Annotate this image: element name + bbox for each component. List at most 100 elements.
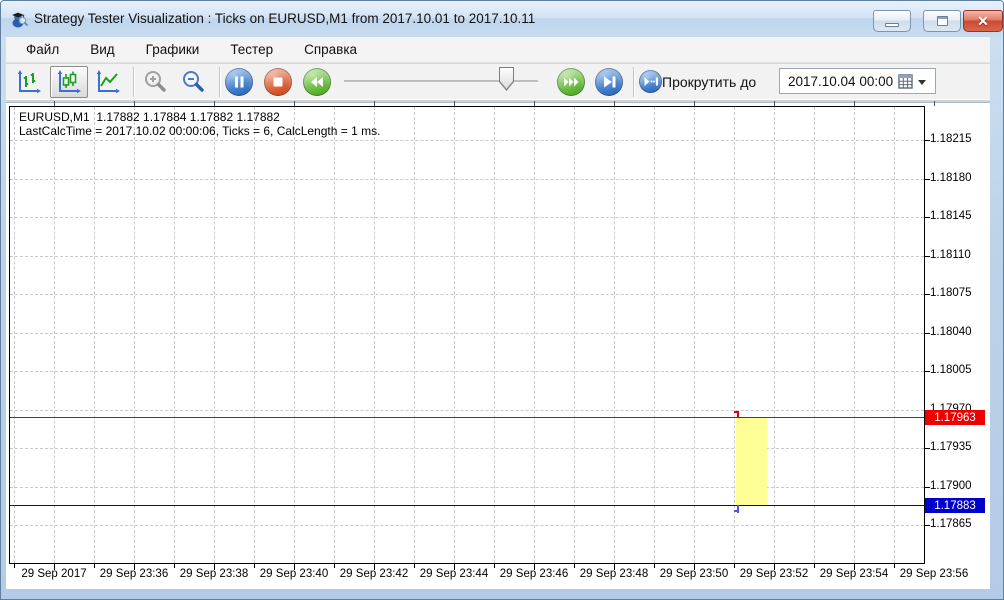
current-bar-highlight-zone (736, 418, 767, 506)
pause-icon (226, 69, 252, 95)
gridline-vertical (694, 107, 695, 563)
chart-canvas: EURUSD,M1 1.17882 1.17884 1.17882 1.1788… (9, 106, 925, 564)
menubar: Файл Вид Графики Тестер Справка (6, 37, 990, 63)
step-forward-button[interactable] (595, 68, 623, 96)
time-axis-label: 29 Sep 23:54 (820, 568, 888, 580)
stop-icon (265, 69, 291, 95)
time-axis-label: 29 Sep 2017 (21, 568, 86, 580)
gridline-horizontal (10, 217, 924, 218)
price-axis-label: 1.18005 (930, 364, 972, 376)
chart-bars-button[interactable] (11, 66, 47, 98)
speed-slider-thumb[interactable] (499, 67, 514, 91)
gridline-vertical (334, 107, 335, 563)
time-axis-tick (654, 564, 655, 568)
menu-item-help[interactable]: Справка (302, 39, 359, 60)
minimize-button[interactable] (873, 10, 911, 32)
step-forward-icon (596, 69, 622, 95)
forming-bar-bid-tick (734, 510, 737, 512)
time-axis-top-tick (614, 101, 615, 106)
price-axis-label: 1.18180 (930, 172, 972, 184)
bars-chart-icon (16, 69, 42, 95)
toolbar-separator (219, 67, 220, 97)
time-axis-tick (254, 564, 255, 568)
chart-line-button[interactable] (90, 66, 126, 98)
menu-item-file[interactable]: Файл (24, 39, 61, 60)
fast-forward-icon (558, 69, 584, 95)
time-axis-label: 29 Sep 23:44 (420, 568, 488, 580)
zoom-out-button[interactable] (176, 66, 212, 98)
price-axis-label: 1.18215 (930, 133, 972, 145)
gridline-horizontal (10, 294, 924, 295)
gridline-vertical (454, 107, 455, 563)
scroll-to-date-value: 2017.10.04 00:00 (788, 74, 893, 89)
fast-forward-button[interactable] (557, 68, 585, 96)
scroll-to-button[interactable] (639, 70, 662, 93)
close-icon: ✕ (977, 14, 989, 28)
gridline-horizontal (10, 140, 924, 141)
time-axis-tick (334, 564, 335, 568)
time-axis-label: 29 Sep 23:40 (260, 568, 328, 580)
rewind-button[interactable] (303, 68, 331, 96)
titlebar: Strategy Tester Visualization : Ticks on… (1, 1, 1003, 37)
time-axis-label: 29 Sep 23:52 (740, 568, 808, 580)
gridline-vertical (734, 107, 735, 563)
time-axis-label: 29 Sep 23:42 (340, 568, 408, 580)
ask-price-line (10, 417, 924, 418)
gridline-vertical (254, 107, 255, 563)
gridline-vertical (814, 107, 815, 563)
gridline-vertical (774, 107, 775, 563)
zoom-in-icon (142, 68, 170, 96)
time-axis-tick (734, 564, 735, 568)
menu-item-charts[interactable]: Графики (144, 39, 202, 60)
time-axis-top-tick (374, 101, 375, 106)
gridline-horizontal (10, 256, 924, 257)
price-axis-label: 1.18075 (930, 287, 972, 299)
gridline-vertical (894, 107, 895, 563)
pause-button[interactable] (225, 68, 253, 96)
time-axis-tick (174, 564, 175, 568)
time-axis-top-tick (854, 101, 855, 106)
gridline-vertical (534, 107, 535, 563)
gridline-horizontal (10, 448, 924, 449)
toolbar-separator (133, 67, 134, 97)
gridline-vertical (14, 107, 15, 563)
calendar-icon[interactable] (898, 74, 913, 94)
time-axis-tick (94, 564, 95, 568)
calendar-dropdown-arrow[interactable] (918, 80, 926, 85)
zoom-in-button[interactable] (138, 66, 174, 98)
gridline-vertical (854, 107, 855, 563)
gridline-horizontal (10, 179, 924, 180)
close-button[interactable]: ✕ (963, 10, 1003, 32)
time-axis-tick (494, 564, 495, 568)
gridline-horizontal (10, 525, 924, 526)
price-axis-label: 1.17935 (930, 441, 972, 453)
time-axis-top-tick (694, 101, 695, 106)
scroll-to-label: Прокрутить до (662, 74, 756, 90)
chart-candles-button[interactable] (50, 66, 88, 98)
chart-info-ohlc: EURUSD,M1 1.17882 1.17884 1.17882 1.1788… (19, 110, 280, 124)
gridline-vertical (294, 107, 295, 563)
menu-item-view[interactable]: Вид (88, 39, 116, 60)
time-axis-label: 29 Sep 23:36 (100, 568, 168, 580)
price-axis-label: 1.17865 (930, 518, 972, 530)
gridline-vertical (54, 107, 55, 563)
forming-bar-ask-tick (737, 411, 739, 418)
stop-button[interactable] (264, 68, 292, 96)
app-icon (10, 10, 28, 28)
menu-item-tester[interactable]: Тестер (228, 39, 275, 60)
window-title: Strategy Tester Visualization : Ticks on… (34, 11, 535, 26)
time-axis-top-tick (134, 101, 135, 106)
time-axis-top-tick (934, 101, 935, 106)
line-chart-icon (95, 69, 121, 95)
gridline-vertical (414, 107, 415, 563)
time-axis-top-tick (774, 101, 775, 106)
time-axis-tick (414, 564, 415, 568)
maximize-button[interactable] (923, 10, 961, 32)
minimize-icon (885, 23, 899, 27)
scroll-to-date-input[interactable]: 2017.10.04 00:00 (779, 68, 936, 94)
app-window: Strategy Tester Visualization : Ticks on… (0, 0, 1004, 600)
gridline-horizontal (10, 371, 924, 372)
gridline-vertical (134, 107, 135, 563)
gridline-horizontal (10, 410, 924, 411)
gridline-vertical (494, 107, 495, 563)
